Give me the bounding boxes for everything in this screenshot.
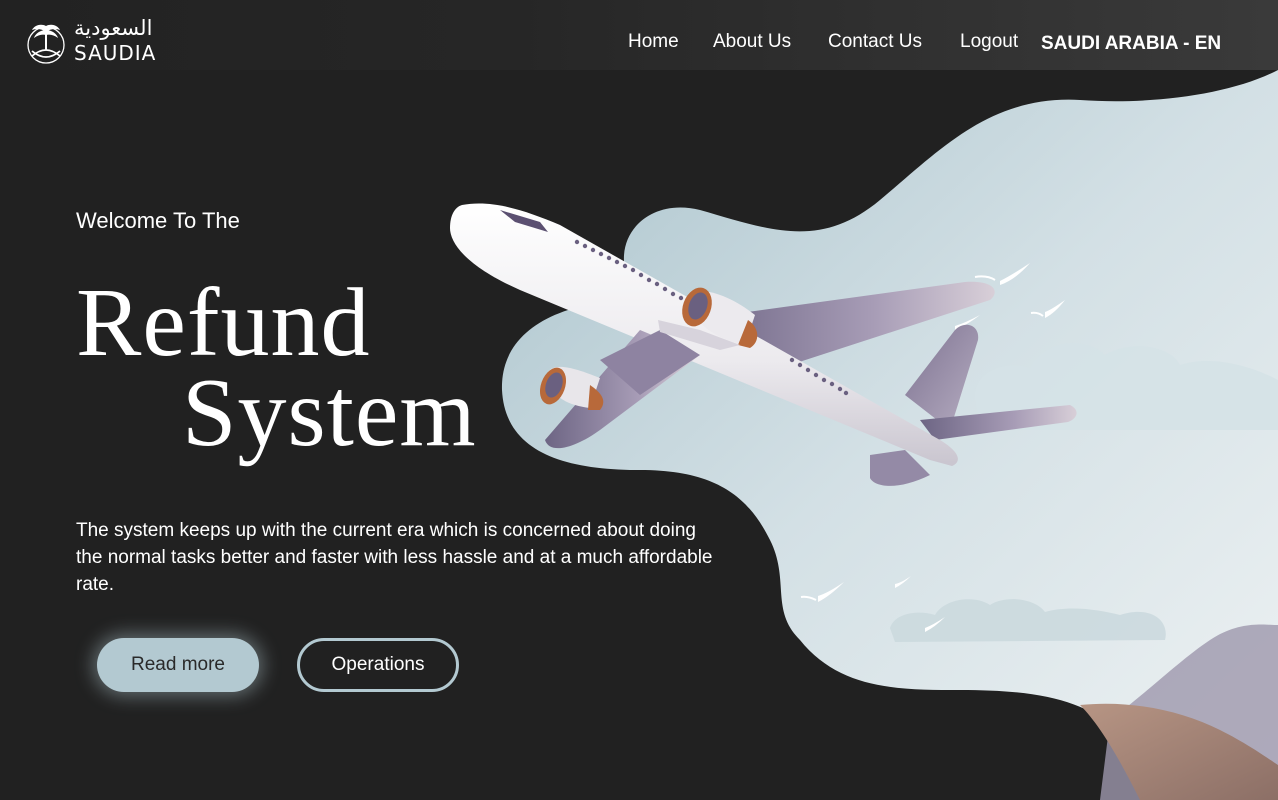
landing-page: السعودية SAUDIA Home About Us Contact Us…: [0, 0, 1278, 800]
operations-button[interactable]: Operations: [297, 638, 459, 692]
nav-about-us[interactable]: About Us: [713, 31, 791, 53]
palm-swords-emblem-icon: [27, 24, 65, 64]
hero-title-line-2: System: [182, 359, 477, 467]
hero-description: The system keeps up with the current era…: [76, 520, 713, 595]
brand-name-latin: SAUDIA: [74, 41, 157, 65]
read-more-button[interactable]: Read more: [97, 638, 259, 692]
brand-name-arabic: السعودية: [74, 16, 153, 40]
saudia-logo[interactable]: السعودية SAUDIA: [26, 16, 176, 66]
nav-logout[interactable]: Logout: [960, 31, 1018, 53]
nav-home[interactable]: Home: [628, 31, 679, 53]
nav-contact-us[interactable]: Contact Us: [828, 31, 922, 53]
top-navigation-bar: السعودية SAUDIA Home About Us Contact Us…: [0, 0, 1278, 70]
welcome-heading: Welcome To The: [76, 208, 240, 233]
region-language-selector[interactable]: SAUDI ARABIA - EN: [1041, 33, 1221, 55]
